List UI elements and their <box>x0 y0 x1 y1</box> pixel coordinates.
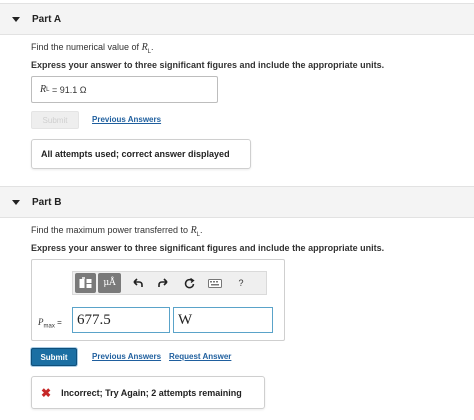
part-a-prompt: Find the numerical value of RL. <box>31 42 154 55</box>
part-a-title: Part A <box>32 13 62 25</box>
collapse-triangle-icon[interactable] <box>12 199 20 205</box>
request-answer-link[interactable]: Request Answer <box>169 352 231 361</box>
units-button[interactable]: μÅ <box>98 273 121 293</box>
value-input-text: 677.5 <box>77 311 111 328</box>
part-a-answer-display: RL = 91.1 Ω <box>31 76 218 103</box>
undo-button[interactable] <box>127 273 147 293</box>
part-b-prompt-text: Find the maximum power transferred to <box>31 225 191 235</box>
part-b-prompt: Find the maximum power transferred to RL… <box>31 225 203 238</box>
units-input[interactable]: W <box>173 307 273 333</box>
redo-button[interactable] <box>153 273 173 293</box>
part-a-prompt-text: Find the numerical value of <box>31 42 142 52</box>
pmax-eq: = <box>54 318 62 327</box>
units-input-text: W <box>178 311 193 328</box>
part-b-header[interactable]: Part B <box>0 186 474 218</box>
part-a-header[interactable]: Part A <box>0 3 474 35</box>
keyboard-button[interactable] <box>205 273 225 293</box>
part-a-feedback: All attempts used; correct answer displa… <box>31 139 251 169</box>
part-a-submit-button[interactable]: Submit <box>31 111 79 129</box>
templates-icon <box>79 277 91 288</box>
redo-icon <box>157 278 168 287</box>
value-input[interactable]: 677.5 <box>72 307 170 333</box>
collapse-triangle-icon[interactable] <box>12 16 20 22</box>
part-a-instruction: Express your answer to three significant… <box>31 60 385 70</box>
math-toolbar: μÅ ? <box>72 271 267 295</box>
templates-button[interactable] <box>75 273 96 293</box>
undo-icon <box>132 278 143 287</box>
part-a-previous-answers-link[interactable]: Previous Answers <box>92 115 161 124</box>
part-a-feedback-text: All attempts used; correct answer displa… <box>41 149 230 159</box>
part-b-prompt-end: . <box>200 225 203 235</box>
part-a-prompt-end: . <box>151 42 154 52</box>
part-b-instruction: Express your answer to three significant… <box>31 243 385 253</box>
pmax-label: Pmax = <box>38 317 62 330</box>
part-b-submit-button[interactable]: Submit <box>31 348 77 366</box>
part-b-title: Part B <box>32 196 62 208</box>
reset-icon <box>184 277 195 288</box>
units-button-label: μÅ <box>103 278 116 288</box>
error-x-icon: ✖ <box>41 385 52 400</box>
answer-editor: μÅ ? Pmax = 677.5 W <box>31 259 285 341</box>
answer-value: 91.1 Ω <box>59 84 87 95</box>
part-b-feedback: ✖ Incorrect; Try Again; 2 attempts remai… <box>31 376 265 409</box>
keyboard-icon <box>208 278 222 288</box>
part-b-previous-answers-link[interactable]: Previous Answers <box>92 352 161 361</box>
pmax-sub: max <box>43 323 55 330</box>
help-button[interactable]: ? <box>231 273 251 293</box>
part-b-feedback-text: Incorrect; Try Again; 2 attempts remaini… <box>61 387 242 398</box>
help-button-label: ? <box>238 278 244 288</box>
reset-button[interactable] <box>179 273 199 293</box>
answer-eq: = <box>49 84 60 95</box>
